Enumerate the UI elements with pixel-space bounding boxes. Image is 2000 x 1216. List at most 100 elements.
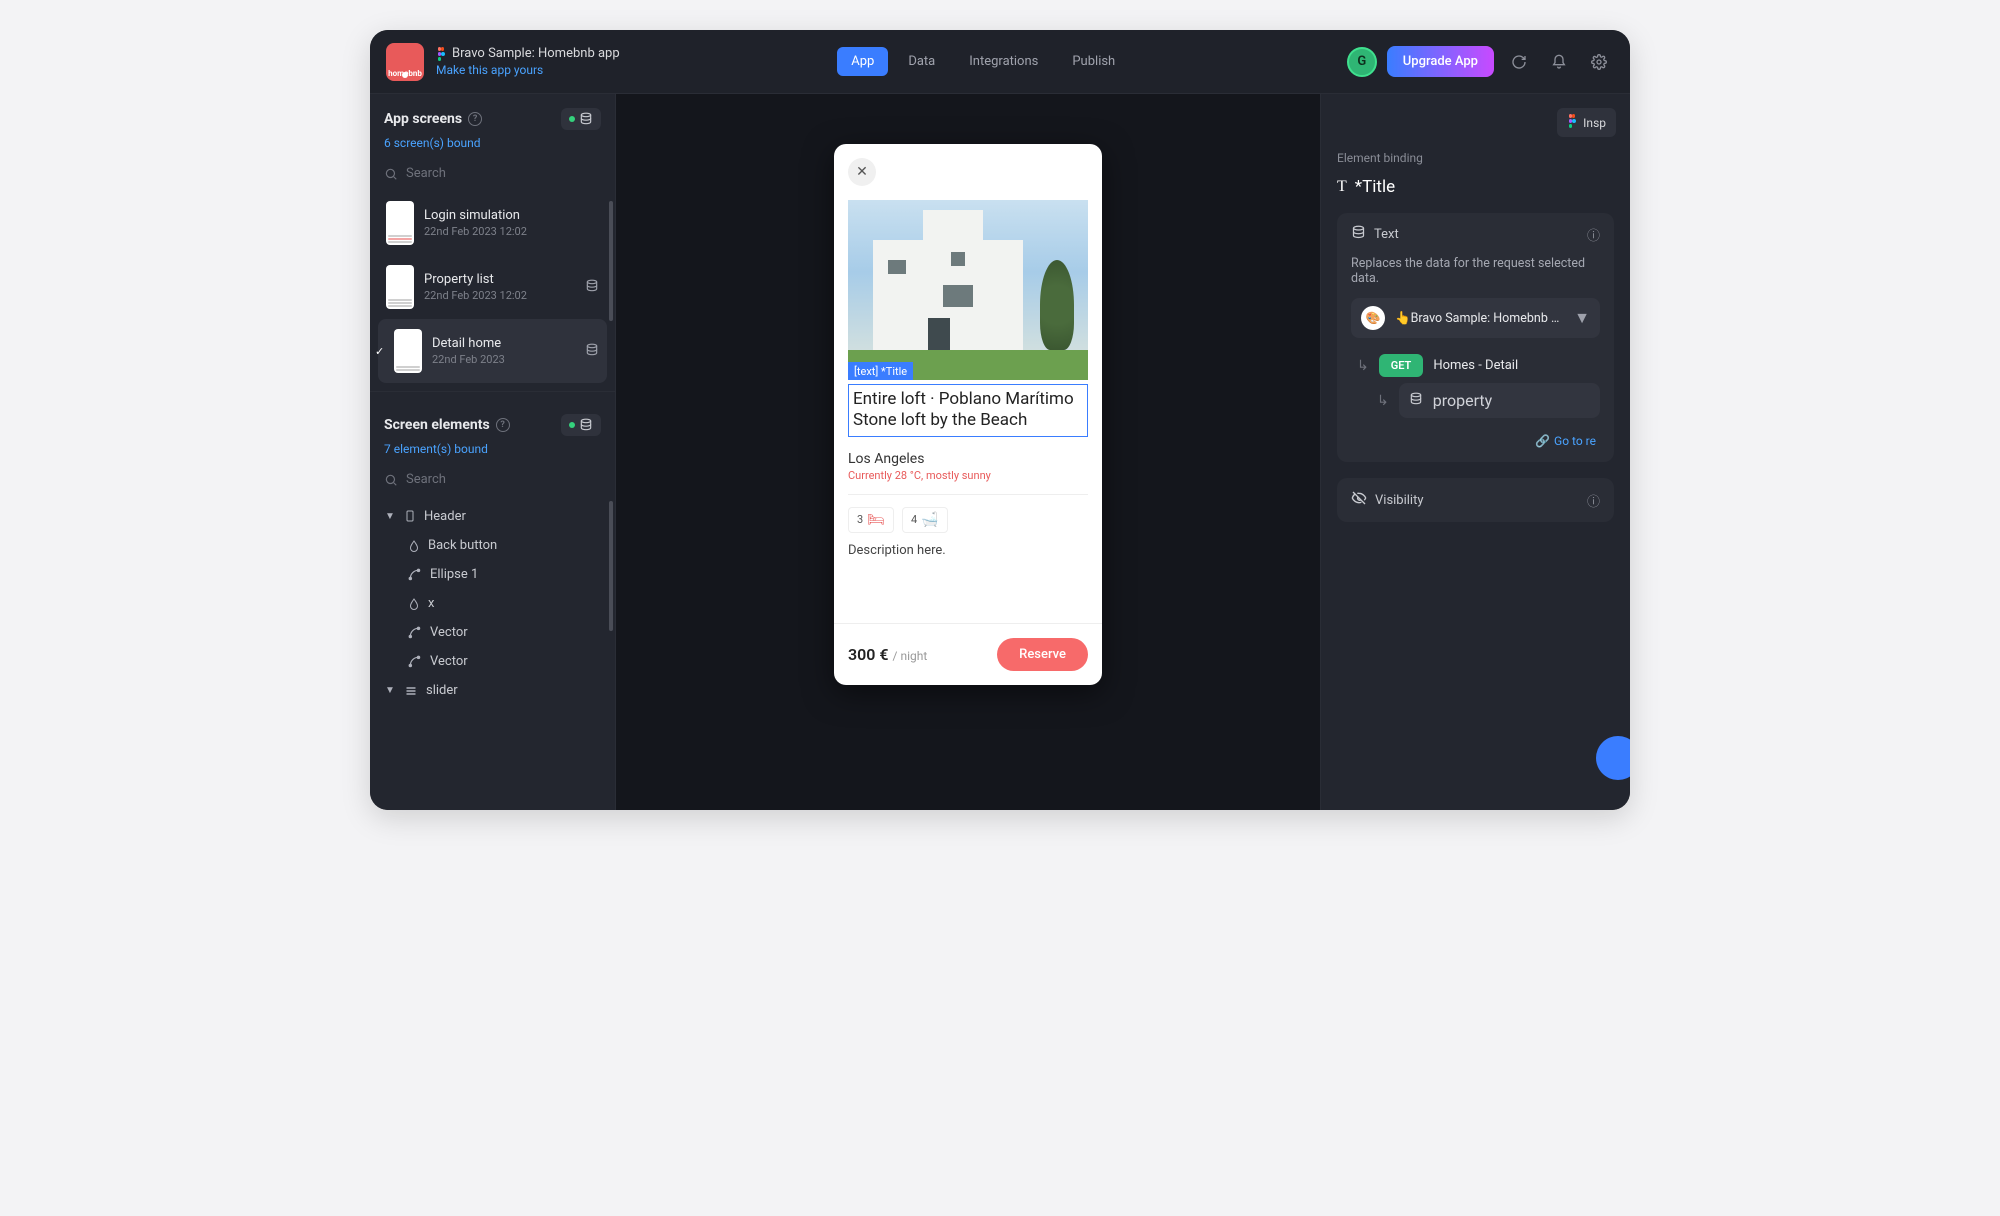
- main: App screens ? 6 screen(s) bound Search L…: [370, 94, 1630, 810]
- collection-name: Bravo Sample: Homebnb app (...: [1411, 311, 1565, 326]
- hero-image-container: [text] *Title: [834, 200, 1102, 380]
- drop-icon: [408, 539, 420, 553]
- make-app-yours-link[interactable]: Make this app yours: [436, 63, 620, 77]
- inspect-label: Insp: [1583, 116, 1606, 130]
- property-selector[interactable]: property: [1399, 383, 1600, 418]
- tree-label: Header: [424, 509, 466, 524]
- tree-label: Ellipse 1: [430, 567, 478, 582]
- info-icon[interactable]: ⓘ: [1587, 491, 1600, 510]
- topbar: homebnb Bravo Sample: Homebnb app Make t…: [370, 30, 1630, 94]
- visibility-group[interactable]: Visibility ⓘ: [1337, 478, 1614, 522]
- search-icon: [384, 473, 398, 487]
- vector-icon: [408, 626, 422, 640]
- http-method-badge: GET: [1379, 354, 1424, 377]
- link-icon: 🔗: [1535, 434, 1550, 448]
- title-text-selected[interactable]: Entire loft · Poblano Marítimo Stone lof…: [848, 384, 1088, 437]
- tree-label: x: [428, 596, 434, 611]
- beds-count: 3: [857, 513, 863, 526]
- vector-icon: [408, 655, 422, 669]
- chevron-down-icon: ▼: [384, 511, 396, 522]
- screen-thumb: [386, 265, 414, 309]
- screen-item-login[interactable]: Login simulation 22nd Feb 2023 12:02: [378, 191, 607, 255]
- sub-arrow-icon: ↳: [1377, 393, 1389, 409]
- replaces-description: Replaces the data for the request select…: [1351, 256, 1600, 286]
- settings-icon[interactable]: [1584, 47, 1614, 77]
- tree-label: Back button: [428, 538, 497, 553]
- binding-title: T *Title: [1337, 177, 1614, 197]
- app-title: Bravo Sample: Homebnb app: [436, 46, 620, 61]
- help-icon[interactable]: ?: [468, 112, 482, 126]
- app-logo-icon: homebnb: [386, 43, 424, 81]
- tab-publish[interactable]: Publish: [1058, 47, 1129, 76]
- scrollbar[interactable]: [609, 201, 613, 321]
- tree-item-slider[interactable]: ▼ slider: [380, 676, 605, 705]
- request-name: Homes - Detail: [1433, 358, 1518, 373]
- hero-image: [848, 200, 1088, 380]
- screens-bound-link[interactable]: 6 screen(s) bound: [370, 136, 615, 160]
- tab-data[interactable]: Data: [894, 47, 949, 76]
- topbar-right: G Upgrade App: [1347, 46, 1614, 77]
- tree-item-x[interactable]: x: [380, 589, 605, 618]
- drop-icon: [408, 597, 420, 611]
- inspect-button[interactable]: Insp: [1557, 108, 1616, 137]
- screen-name: Detail home: [432, 336, 505, 351]
- refresh-icon[interactable]: [1504, 47, 1534, 77]
- app-screens-header: App screens ?: [370, 94, 615, 136]
- tree-item-vector-2[interactable]: Vector: [380, 647, 605, 676]
- screens-db-indicator[interactable]: [561, 108, 601, 130]
- request-row[interactable]: ↳ GET Homes - Detail: [1351, 348, 1600, 383]
- close-icon: ✕: [856, 164, 868, 180]
- screen-thumb: [394, 329, 422, 373]
- tree-item-back-button[interactable]: Back button: [380, 531, 605, 560]
- chevron-down-icon: ▼: [1574, 308, 1590, 328]
- screen-item-property-list[interactable]: Property list 22nd Feb 2023 12:02: [378, 255, 607, 319]
- tree-item-header[interactable]: ▼ Header: [380, 501, 605, 531]
- list-icon: [404, 685, 418, 697]
- help-icon[interactable]: ?: [496, 418, 510, 432]
- info-icon[interactable]: ⓘ: [1587, 225, 1600, 244]
- text-binding-group: Text ⓘ Replaces the data for the request…: [1337, 213, 1614, 462]
- phone-footer: 300 € / night Reserve: [834, 623, 1102, 685]
- right-panel: Insp Element binding T *Title Text ⓘ: [1320, 94, 1630, 810]
- screen-name: Login simulation: [424, 208, 527, 223]
- elements-bound-link[interactable]: 7 element(s) bound: [370, 442, 615, 466]
- tree-label: Vector: [430, 625, 468, 640]
- bell-icon[interactable]: [1544, 47, 1574, 77]
- screen-elements-title: Screen elements: [384, 417, 490, 433]
- collection-icon: 🎨: [1361, 306, 1385, 330]
- goto-label: Go to re: [1554, 434, 1596, 448]
- text-group-header[interactable]: Text ⓘ: [1337, 213, 1614, 256]
- reserve-button[interactable]: Reserve: [997, 638, 1088, 671]
- user-avatar[interactable]: G: [1347, 47, 1377, 77]
- upgrade-button[interactable]: Upgrade App: [1387, 46, 1494, 77]
- screen-item-detail-home[interactable]: ✓ Detail home 22nd Feb 2023: [378, 319, 607, 383]
- top-tabs: App Data Integrations Publish: [837, 47, 1129, 76]
- database-icon: [585, 278, 599, 297]
- elements-search[interactable]: Search: [370, 466, 615, 497]
- goto-request-link[interactable]: 🔗 Go to re: [1535, 434, 1596, 448]
- search-icon: [384, 167, 398, 181]
- vector-icon: [408, 568, 422, 582]
- close-button[interactable]: ✕: [848, 158, 876, 186]
- screen-date: 22nd Feb 2023 12:02: [424, 289, 527, 302]
- tab-integrations[interactable]: Integrations: [955, 47, 1052, 76]
- tree-label: slider: [426, 683, 458, 698]
- tree-item-ellipse[interactable]: Ellipse 1: [380, 560, 605, 589]
- visibility-label: Visibility: [1375, 493, 1424, 508]
- app-shell: homebnb Bravo Sample: Homebnb app Make t…: [370, 30, 1630, 810]
- scrollbar[interactable]: [609, 501, 613, 631]
- screens-search[interactable]: Search: [370, 160, 615, 191]
- topbar-left: homebnb Bravo Sample: Homebnb app Make t…: [386, 43, 620, 81]
- property-wrapper: ↳ property: [1371, 383, 1600, 424]
- canvas[interactable]: ✕ [text] *Title: [616, 94, 1320, 810]
- screen-date: 22nd Feb 2023 12:02: [424, 225, 527, 238]
- tab-app[interactable]: App: [837, 47, 888, 76]
- tree-item-vector-1[interactable]: Vector: [380, 618, 605, 647]
- screen-thumb: [386, 201, 414, 245]
- collection-selector[interactable]: 🎨 👆Bravo Sample: Homebnb app (... ▼: [1351, 298, 1600, 338]
- elements-tree: ▼ Header Back button Ellipse 1 x: [370, 497, 615, 709]
- database-icon: [1351, 225, 1366, 244]
- beds-chip: 3 🛏: [848, 507, 894, 533]
- element-binding-label: Element binding: [1337, 151, 1614, 165]
- elements-db-indicator[interactable]: [561, 414, 601, 436]
